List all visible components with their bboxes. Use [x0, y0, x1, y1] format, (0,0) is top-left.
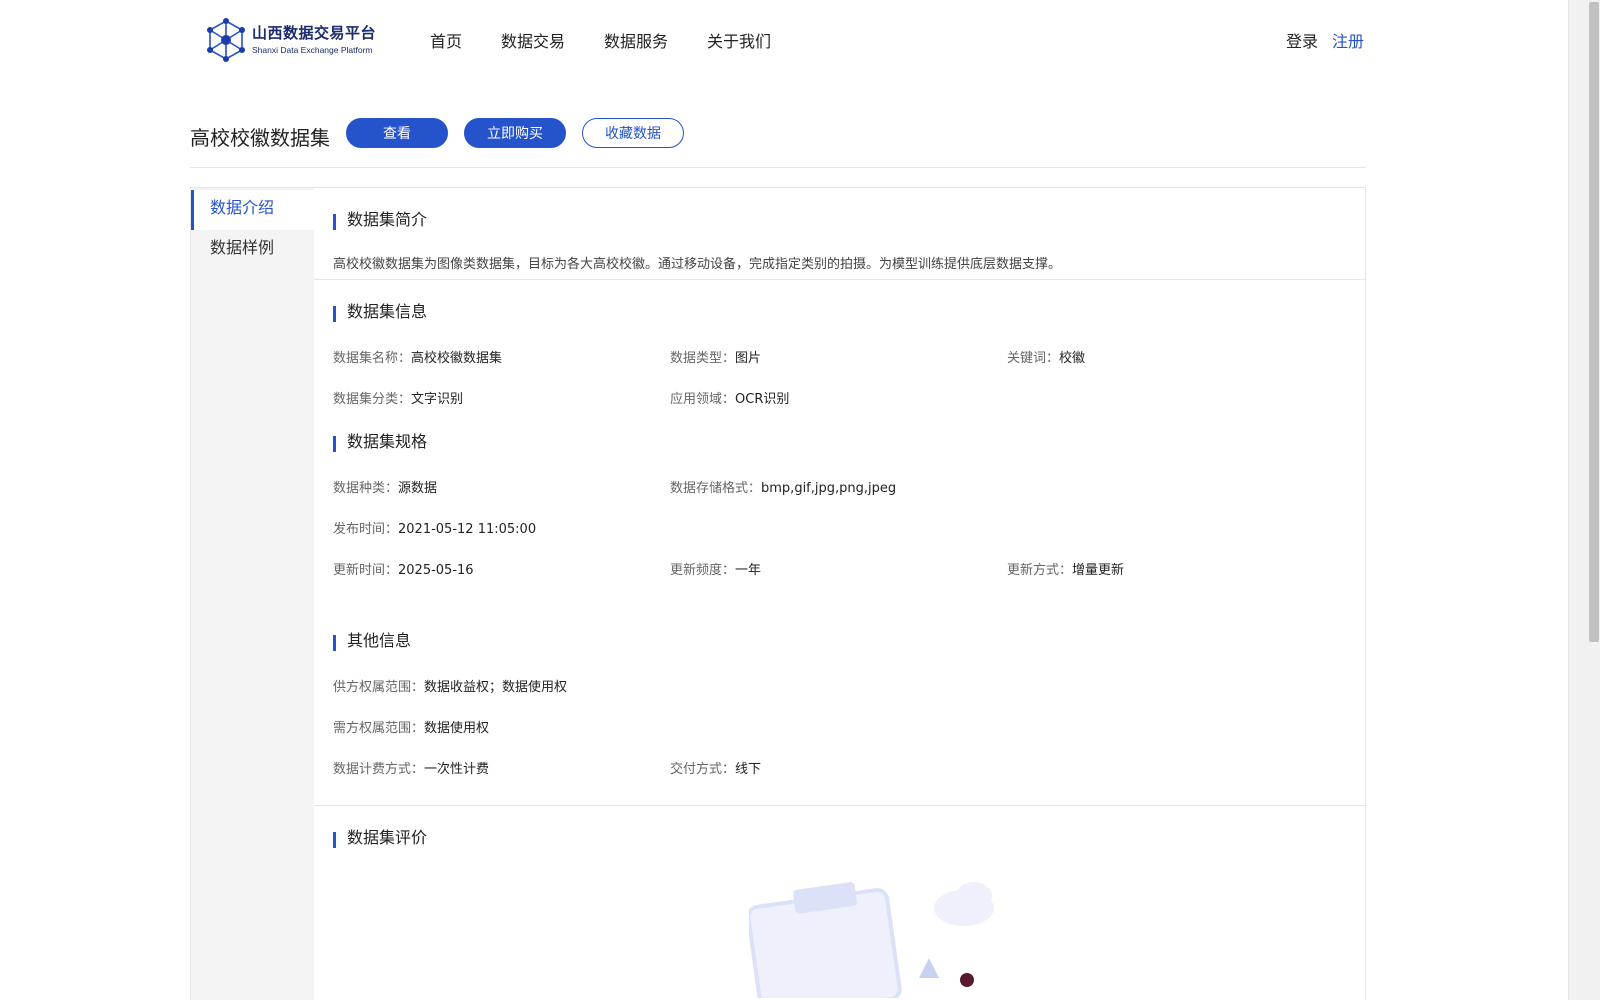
demand-rights-value: 数据使用权 — [424, 721, 490, 736]
nav-home[interactable]: 首页 — [430, 28, 462, 52]
spec-row: 数据种类：源数据 数据存储格式：bmp,gif,jpg,png,jpeg — [333, 466, 1365, 507]
other-row: 数据计费方式：一次性计费 交付方式：线下 — [333, 747, 1365, 788]
update-time-value: 2025-05-16 — [398, 563, 474, 578]
supply-rights-value: 数据收益权；数据使用权 — [424, 680, 568, 695]
detail-sidebar: 数据介绍 数据样例 — [191, 188, 314, 1000]
hexagon-network-logo-icon — [207, 18, 245, 62]
storage-format-value: bmp,gif,jpg,png,jpeg — [761, 481, 897, 496]
login-link[interactable]: 登录 — [1286, 28, 1318, 52]
field-label: 交付方式： — [670, 762, 736, 777]
other-title: 其他信息 — [333, 631, 1365, 651]
field-label: 发布时间： — [333, 522, 399, 537]
brand-name-cn: 山西数据交易平台 — [252, 23, 377, 42]
auth-links: 登录 注册 — [1286, 28, 1364, 52]
nav-about-us[interactable]: 关于我们 — [707, 28, 771, 52]
review-title: 数据集评价 — [333, 828, 1365, 848]
favorite-button[interactable]: 收藏数据 — [582, 118, 684, 148]
main-nav: 首页 数据交易 数据服务 关于我们 — [430, 28, 810, 52]
empty-clipboard-illustration-icon — [749, 882, 994, 998]
intro-text: 高校校徽数据集为图像类数据集，目标为各大高校校徽。通过移动设备，完成指定类别的拍… — [333, 257, 1062, 272]
field-label: 数据集名称： — [333, 351, 412, 366]
field-label: 关键词： — [1007, 351, 1060, 366]
review-section: 数据集评价 — [314, 806, 1365, 848]
brand-logo[interactable]: 山西数据交易平台 Shanxi Data Exchange Platform — [206, 18, 376, 62]
dataset-detail-panel: 数据介绍 数据样例 数据集简介 高校校徽数据集为图像类数据集，目标为各大高校校徽… — [190, 187, 1366, 1000]
vertical-scrollbar[interactable] — [1568, 0, 1600, 1000]
domain-value: OCR识别 — [735, 392, 790, 407]
info-title: 数据集信息 — [333, 302, 1365, 322]
view-button[interactable]: 查看 — [346, 118, 448, 148]
spec-title: 数据集规格 — [333, 432, 1365, 452]
update-mode-value: 增量更新 — [1072, 563, 1125, 578]
field-label: 数据种类： — [333, 481, 399, 496]
field-label: 供方权属范围： — [333, 680, 425, 695]
keyword-value: 校徽 — [1059, 351, 1086, 366]
field-label: 数据集分类： — [333, 392, 412, 407]
brand-name-en: Shanxi Data Exchange Platform — [252, 44, 373, 55]
buy-now-button[interactable]: 立即购买 — [464, 118, 566, 148]
data-type-value: 图片 — [735, 351, 762, 366]
detail-content: 数据集简介 高校校徽数据集为图像类数据集，目标为各大高校校徽。通过移动设备，完成… — [314, 188, 1365, 1000]
field-label: 需方权属范围： — [333, 721, 425, 736]
other-section: 其他信息 供方权属范围：数据收益权；数据使用权 需方权属范围：数据使用权 数据计… — [314, 589, 1365, 805]
update-frequency-value: 一年 — [735, 563, 762, 578]
billing-value: 一次性计费 — [424, 762, 490, 777]
other-row: 供方权属范围：数据收益权；数据使用权 — [333, 665, 1365, 706]
nav-data-trade[interactable]: 数据交易 — [501, 28, 565, 52]
top-header: 山西数据交易平台 Shanxi Data Exchange Platform 首… — [0, 0, 1568, 80]
field-label: 数据计费方式： — [333, 762, 425, 777]
sidebar-item-data-intro[interactable]: 数据介绍 — [191, 190, 314, 230]
intro-title: 数据集简介 — [333, 210, 1365, 230]
spec-row: 更新时间：2025-05-16 更新频度：一年 更新方式：增量更新 — [333, 548, 1365, 589]
dataset-name-value: 高校校徽数据集 — [411, 351, 503, 366]
scrollbar-thumb[interactable] — [1589, 2, 1599, 642]
info-row: 数据集名称：高校校徽数据集 数据类型：图片 关键词：校徽 — [333, 336, 1365, 377]
field-label: 更新方式： — [1007, 563, 1073, 578]
other-row: 需方权属范围：数据使用权 — [333, 706, 1365, 747]
sidebar-item-data-sample[interactable]: 数据样例 — [191, 230, 314, 270]
page-title: 高校校徽数据集 — [190, 126, 330, 150]
field-label: 更新频度： — [670, 563, 736, 578]
intro-section: 数据集简介 高校校徽数据集为图像类数据集，目标为各大高校校徽。通过移动设备，完成… — [314, 188, 1365, 279]
delivery-value: 线下 — [735, 762, 762, 777]
info-section: 数据集信息 数据集名称：高校校徽数据集 数据类型：图片 关键词：校徽 数据集分类… — [314, 280, 1365, 418]
field-label: 数据存储格式： — [670, 481, 762, 496]
spec-row: 发布时间：2021-05-12 11:05:00 — [333, 507, 1365, 548]
publish-time-value: 2021-05-12 11:05:00 — [398, 522, 537, 537]
nav-data-service[interactable]: 数据服务 — [604, 28, 668, 52]
data-kind-value: 源数据 — [398, 481, 438, 496]
info-row: 数据集分类：文字识别 应用领域：OCR识别 — [333, 377, 1365, 418]
dataset-title-bar: 高校校徽数据集 查看 立即购买 收藏数据 — [190, 118, 1366, 168]
field-label: 更新时间： — [333, 563, 399, 578]
field-label: 应用领域： — [670, 392, 736, 407]
category-value: 文字识别 — [411, 392, 464, 407]
spec-section: 数据集规格 数据种类：源数据 数据存储格式：bmp,gif,jpg,png,jp… — [314, 418, 1365, 589]
register-link[interactable]: 注册 — [1332, 28, 1364, 52]
field-label: 数据类型： — [670, 351, 736, 366]
